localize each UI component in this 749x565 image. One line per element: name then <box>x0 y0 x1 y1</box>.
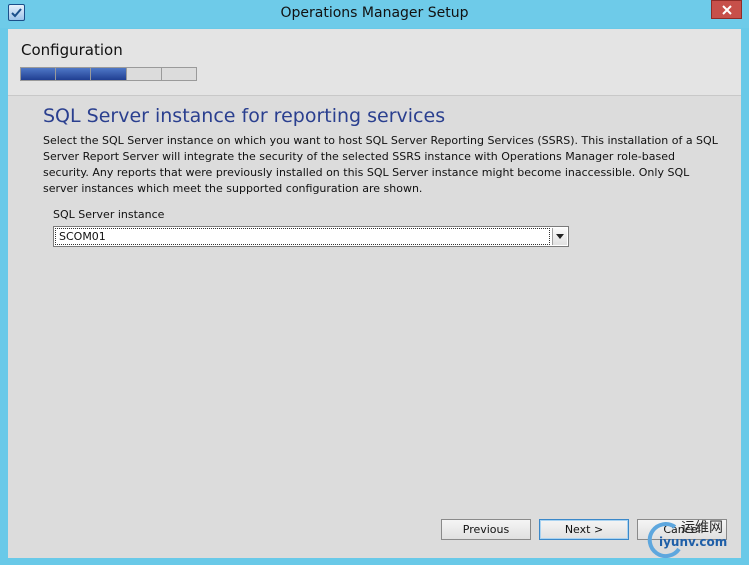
wizard-header: Configuration <box>8 29 741 96</box>
progress-segment <box>91 68 127 80</box>
title-bar[interactable]: Operations Manager Setup <box>0 0 749 28</box>
page-heading: SQL Server instance for reporting servic… <box>43 105 446 127</box>
watermark-brand-text: iyunv.com <box>659 535 728 549</box>
progress-segment <box>161 68 197 80</box>
watermark-logo: 运维网 iyunv.com <box>641 515 747 561</box>
step-title: Configuration <box>21 41 123 59</box>
window-title: Operations Manager Setup <box>280 5 469 21</box>
page-description: Select the SQL Server instance on which … <box>43 134 718 195</box>
dropdown-focus-rect <box>55 228 550 245</box>
close-icon <box>722 5 732 15</box>
sql-instance-value: SCOM01 <box>59 230 106 243</box>
wizard-client-area: Configuration SQL Server instance for re… <box>8 29 741 558</box>
next-button[interactable]: Next > <box>539 519 629 540</box>
progress-segment <box>21 68 57 80</box>
instance-label-text: SQL Server instance <box>53 208 165 221</box>
close-button[interactable] <box>711 0 742 19</box>
sql-instance-dropdown[interactable]: SCOM01 <box>53 226 569 247</box>
progress-segment <box>126 68 162 80</box>
progress-segment <box>56 68 92 80</box>
instance-label: SQL Server instance <box>53 208 164 221</box>
setup-window: Operations Manager Setup Configuration S… <box>0 0 749 565</box>
progress-bar <box>20 67 197 81</box>
dropdown-arrow-button[interactable] <box>552 228 567 245</box>
watermark-chinese-text: 运维网 <box>681 520 723 536</box>
previous-button[interactable]: Previous <box>441 519 531 540</box>
chevron-down-icon <box>556 234 564 239</box>
